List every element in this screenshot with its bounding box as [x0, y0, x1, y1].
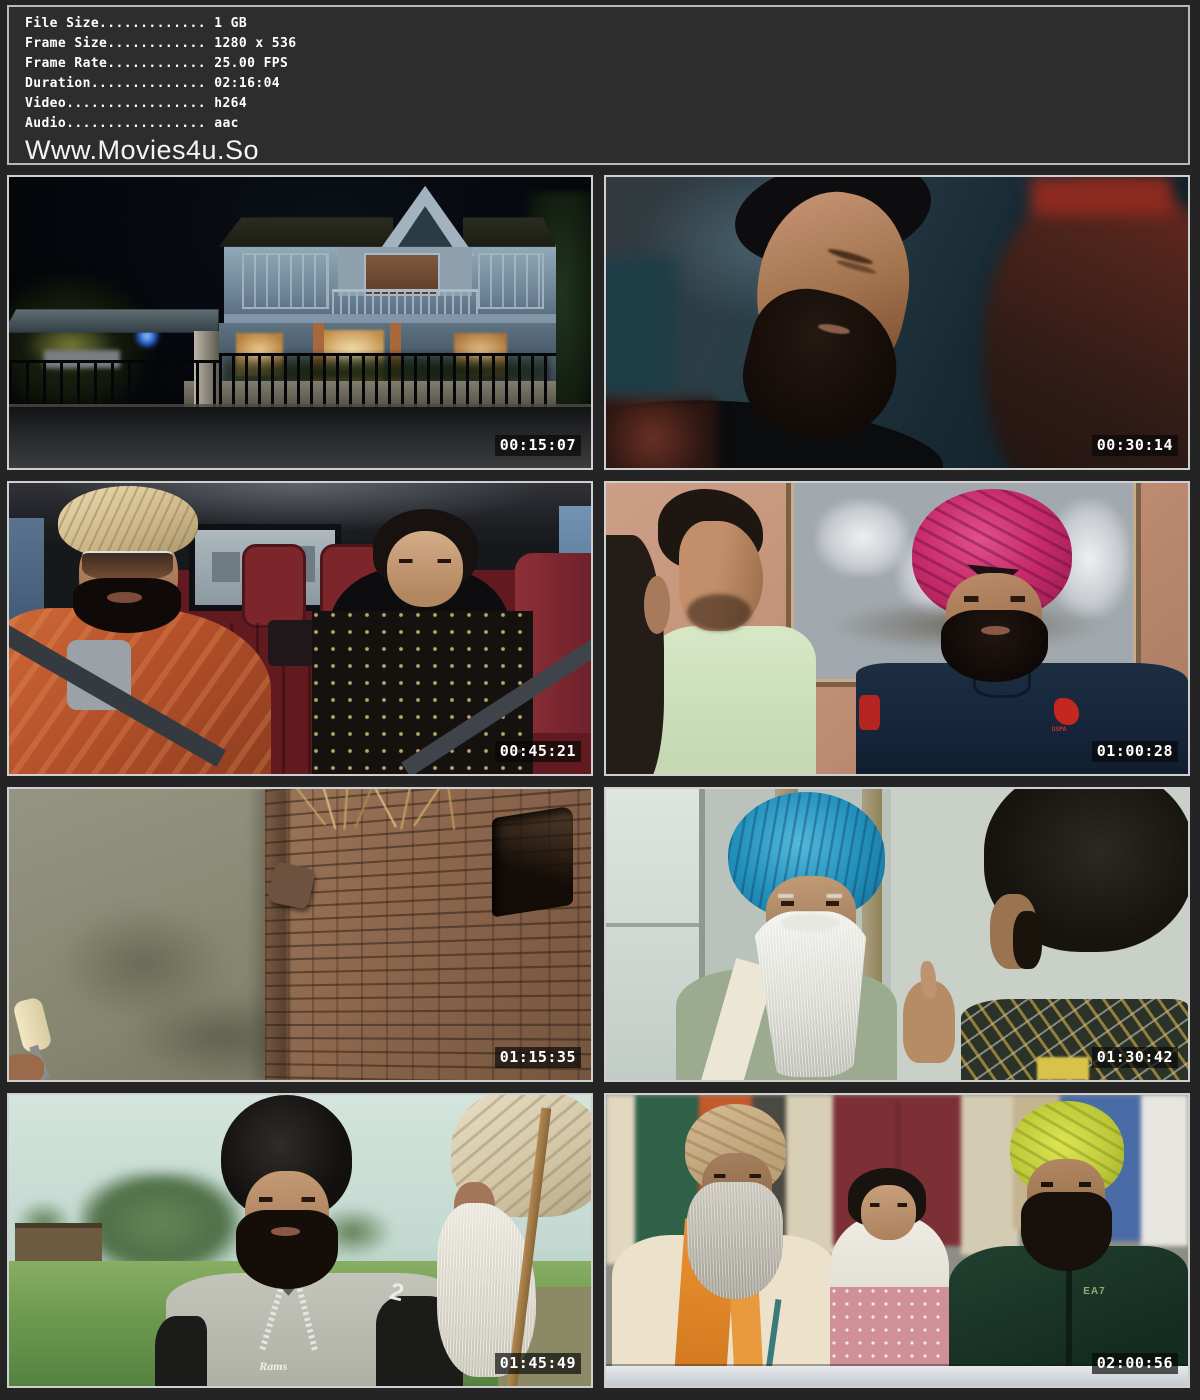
jersey-brand-text: Rams	[259, 1360, 287, 1372]
young-man-beard	[236, 1210, 338, 1289]
still-face-closeup	[606, 177, 1188, 468]
blurred-tree-1	[79, 1171, 242, 1276]
foreground-man-head	[606, 535, 664, 774]
file-info-panel: File Size............. 1 GB Frame Size..…	[7, 5, 1190, 165]
still-brick-wall	[9, 789, 591, 1080]
driver-sunglasses	[82, 551, 173, 581]
green-tshirt-man-body	[641, 626, 816, 774]
video-codec-line: Video................. h264	[25, 94, 1188, 114]
upper-window-left	[242, 253, 329, 310]
media-info-sheet: File Size............. 1 GB Frame Size..…	[0, 0, 1200, 1400]
driver-beard	[73, 578, 181, 633]
still-pink-turban: USPA	[606, 483, 1188, 774]
balcony-railing	[332, 289, 478, 315]
paint-roller	[12, 996, 53, 1054]
girl-eyes	[870, 1203, 907, 1207]
screenshot-cell-8: EA7 02:00:56	[604, 1093, 1190, 1388]
driver-orange-jacket	[9, 608, 271, 774]
elder-eyes	[781, 901, 839, 906]
elder-brows	[778, 894, 842, 899]
screenshot-cell-2: 00:30:14	[604, 175, 1190, 470]
blurred-foreground-head	[984, 183, 1188, 468]
screenshot-cell-4: USPA 01:00:28	[604, 481, 1190, 776]
warm-blur-blob	[606, 398, 717, 468]
speaker-beard	[941, 610, 1049, 683]
driver-cream-turban	[58, 486, 198, 559]
house-roof-right	[463, 215, 556, 247]
elder-eyes	[714, 1174, 761, 1179]
screenshot-cell-1: 00:15:07	[7, 175, 593, 470]
dark-wall-opening	[492, 806, 573, 918]
passenger-eyes	[399, 559, 451, 564]
timestamp-badge: 00:45:21	[495, 741, 581, 762]
site-watermark: Www.Movies4u.So	[25, 135, 1188, 165]
still-car-interior	[9, 483, 591, 774]
white-horse-1	[816, 500, 909, 576]
iron-fence-left	[9, 360, 219, 407]
still-spectators: EA7	[606, 1095, 1188, 1386]
dry-grass-tuft	[300, 789, 475, 850]
young-man-eyes	[259, 1197, 314, 1202]
still-blue-turban-elder	[606, 789, 1188, 1080]
frame-rate-line: Frame Rate............ 25.00 FPS	[25, 54, 1188, 74]
hand	[9, 1054, 44, 1080]
elder-grey-beard	[687, 1182, 783, 1298]
screenshot-cell-3: 00:45:21	[7, 481, 593, 776]
file-size-line: File Size............. 1 GB	[25, 14, 1188, 34]
screenshot-cell-6: 01:30:42	[604, 787, 1190, 1082]
timestamp-badge: 02:00:56	[1092, 1353, 1178, 1374]
speaker-mouth	[981, 626, 1010, 635]
young-man-eyes	[1041, 1182, 1091, 1187]
screenshot-cell-7: 2 Rams 01:45:49	[7, 1093, 593, 1388]
black-sleeve-left	[155, 1316, 207, 1386]
polo-logo-text: USPA	[1052, 727, 1066, 733]
girl-face	[861, 1185, 916, 1240]
frame-size-line: Frame Size............ 1280 x 536	[25, 34, 1188, 54]
timestamp-badge: 00:15:07	[495, 435, 581, 456]
young-man-beard	[1021, 1192, 1112, 1271]
house-roof-left	[219, 215, 394, 247]
teal-shape	[606, 258, 676, 392]
wall-broken-edge	[248, 789, 289, 1080]
speaker-eyes	[964, 596, 1025, 601]
still-field-talk: 2 Rams	[9, 1095, 591, 1386]
field-shed	[15, 1223, 102, 1264]
listener-beard-edge	[1013, 911, 1042, 969]
white-mustache	[781, 914, 839, 931]
jacket-brand-text: EA7	[1083, 1287, 1105, 1297]
screenshot-cell-5: 01:15:35	[7, 787, 593, 1082]
timestamp-badge: 00:30:14	[1092, 435, 1178, 456]
timestamp-badge: 01:45:49	[495, 1353, 581, 1374]
red-sleeve-number	[859, 695, 880, 730]
polo-player-logo	[1054, 698, 1078, 724]
still-house-night	[9, 177, 591, 468]
timestamp-badge: 01:30:42	[1092, 1047, 1178, 1068]
driver-mouth	[107, 592, 142, 602]
timestamp-badge: 01:15:35	[495, 1047, 581, 1068]
upper-window-right	[478, 253, 545, 310]
foreground-man-face	[644, 576, 670, 634]
duration-line: Duration.............. 02:16:04	[25, 74, 1188, 94]
broken-brick-chunk	[267, 861, 315, 909]
carport-roof	[9, 309, 219, 332]
yellow-tee-hint	[1037, 1057, 1089, 1080]
audio-codec-line: Audio................. aac	[25, 114, 1188, 134]
passenger-face	[387, 531, 463, 607]
headrest-left	[242, 544, 306, 628]
timestamp-badge: 01:00:28	[1092, 741, 1178, 762]
red-hair-accent	[1031, 177, 1171, 215]
